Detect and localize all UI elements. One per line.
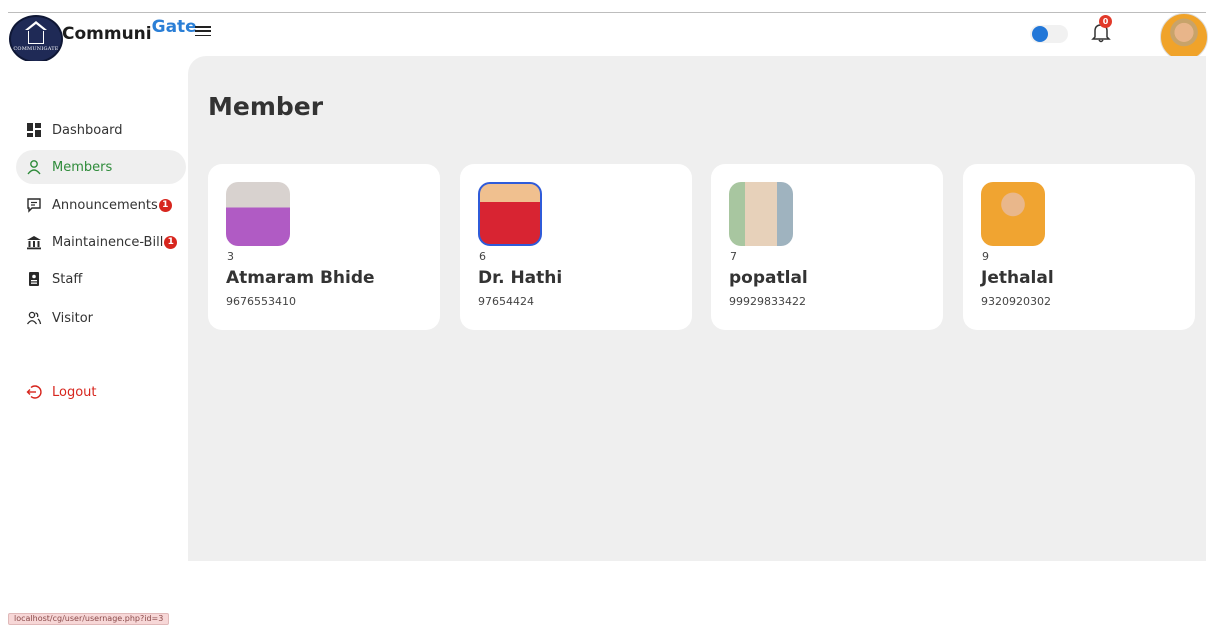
member-phone: 99929833422 — [729, 295, 806, 308]
member-card[interactable]: 9 Jethalal 9320920302 — [963, 164, 1195, 330]
member-phone: 9676553410 — [226, 295, 296, 308]
sidebar-item-members[interactable]: Members — [16, 150, 186, 184]
sidebar-item-label: Members — [52, 159, 113, 175]
app-window: COMMUNIGATE CommuniGate 0 Dashboard Memb… — [0, 0, 1210, 625]
member-name: Dr. Hathi — [478, 268, 563, 288]
brand-name: CommuniGate — [62, 17, 197, 44]
sidebar-item-announcements[interactable]: Announcements 1 — [16, 188, 186, 222]
toggle-knob — [1032, 26, 1048, 42]
member-id: 9 — [982, 250, 989, 263]
member-phone: 97654424 — [478, 295, 534, 308]
dashboard-icon — [26, 122, 42, 138]
status-bar-url: localhost/cg/user/usernage.php?id=3 — [8, 613, 170, 625]
sidebar: Dashboard Members Announcements 1 Mainta… — [8, 61, 188, 625]
users-icon — [26, 310, 42, 326]
logo-text: COMMUNIGATE — [13, 46, 59, 52]
member-id: 6 — [479, 250, 486, 263]
id-card-icon — [26, 271, 42, 287]
logout-label: Logout — [52, 384, 97, 400]
user-icon — [26, 159, 42, 175]
logout-icon — [26, 384, 42, 400]
member-photo — [226, 182, 290, 246]
member-card[interactable]: 3 Atmaram Bhide 9676553410 — [208, 164, 440, 330]
bank-icon — [26, 234, 42, 250]
sidebar-item-maintainence-bill[interactable]: Maintainence-Bill 1 — [16, 225, 186, 259]
sidebar-item-label: Dashboard — [52, 122, 123, 138]
user-avatar[interactable] — [1160, 13, 1208, 61]
message-icon — [26, 197, 42, 213]
member-name: popatlal — [729, 268, 808, 288]
sidebar-item-dashboard[interactable]: Dashboard — [16, 113, 186, 147]
brand-main: Communi — [62, 24, 152, 44]
sidebar-item-label: Maintainence-Bill — [52, 234, 164, 250]
logout-button[interactable]: Logout — [16, 375, 186, 409]
logo[interactable]: COMMUNIGATE — [9, 15, 63, 63]
sidebar-item-visitor[interactable]: Visitor — [16, 301, 186, 335]
announcements-badge: 1 — [158, 198, 172, 212]
member-photo — [981, 182, 1045, 246]
sidebar-item-staff[interactable]: Staff — [16, 262, 186, 296]
hamburger-menu-icon[interactable] — [195, 24, 211, 38]
top-header: COMMUNIGATE CommuniGate 0 — [8, 13, 1208, 63]
member-card[interactable]: 6 Dr. Hathi 97654424 — [460, 164, 692, 330]
home-icon — [25, 21, 47, 44]
page-title: Member — [208, 92, 324, 121]
theme-toggle[interactable] — [1030, 25, 1068, 43]
notification-badge: 0 — [1099, 15, 1112, 28]
sidebar-item-label: Visitor — [52, 310, 93, 326]
member-id: 7 — [730, 250, 737, 263]
member-photo — [729, 182, 793, 246]
main-content: Member 3 Atmaram Bhide 9676553410 6 Dr. … — [188, 56, 1206, 561]
sidebar-item-label: Staff — [52, 271, 83, 287]
member-id: 3 — [227, 250, 234, 263]
member-name: Atmaram Bhide — [226, 268, 375, 288]
member-photo — [478, 182, 542, 246]
member-phone: 9320920302 — [981, 295, 1051, 308]
member-name: Jethalal — [981, 268, 1054, 288]
member-card[interactable]: 7 popatlal 99929833422 — [711, 164, 943, 330]
maintainence-bill-badge: 1 — [164, 235, 178, 249]
brand-accent: Gate — [151, 17, 197, 37]
sidebar-item-label: Announcements — [52, 197, 158, 213]
